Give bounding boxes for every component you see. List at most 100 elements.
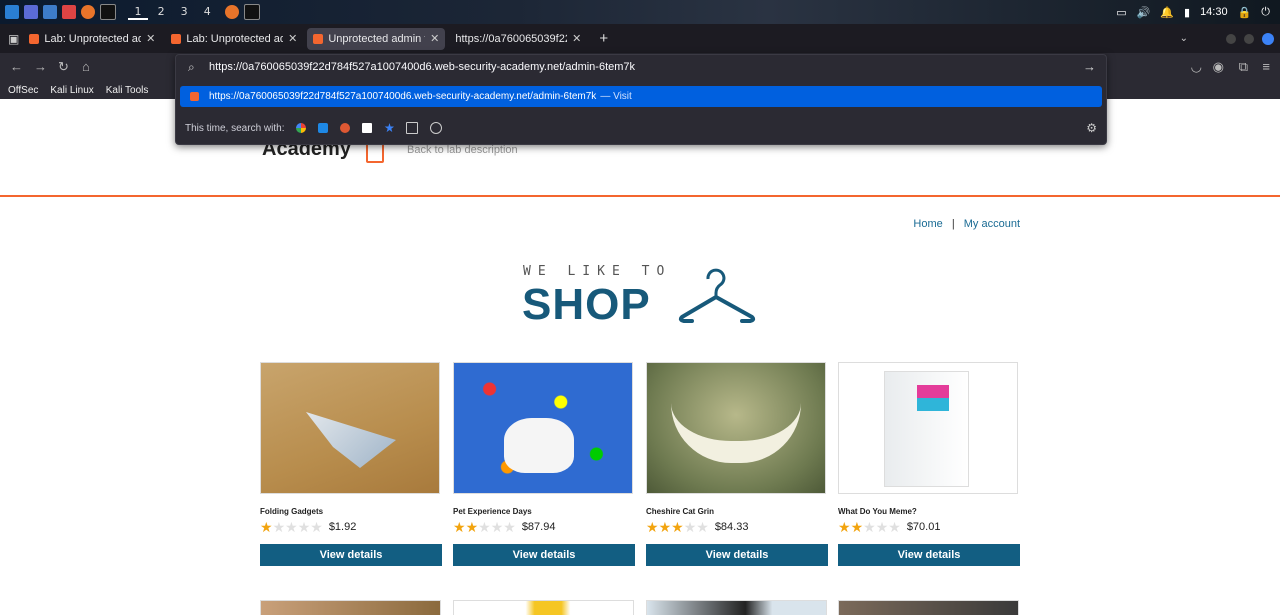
go-arrow-icon[interactable]: → xyxy=(1083,59,1096,74)
product-card: What Do You Meme? ★ ★ ★ ★ ★ $70.01 View … xyxy=(838,362,1020,566)
hero-title: SHOP xyxy=(522,280,651,329)
product-name: Pet Experience Days xyxy=(453,507,532,516)
star-icon: ★ xyxy=(285,519,298,535)
gear-icon[interactable]: ⚙ xyxy=(1086,121,1097,135)
workspace-switcher: 1 2 3 4 xyxy=(128,5,217,20)
star-icon: ★ xyxy=(297,519,311,535)
notification-bell-icon[interactable]: 🔔 xyxy=(1160,6,1174,19)
firefox-icon[interactable] xyxy=(81,5,95,19)
top-nav: Home | My account xyxy=(913,218,1020,230)
files-icon[interactable] xyxy=(43,5,57,19)
lock-icon[interactable]: 🔒 xyxy=(1238,6,1252,19)
product-image-partial[interactable] xyxy=(838,600,1019,615)
bing-icon[interactable] xyxy=(318,123,329,133)
view-details-button[interactable]: View details xyxy=(260,544,442,566)
wikipedia-icon[interactable] xyxy=(362,123,373,133)
close-tab-icon[interactable]: ✕ xyxy=(572,32,581,45)
terminal-window-icon[interactable] xyxy=(244,4,261,20)
header-divider xyxy=(0,195,1280,197)
reload-icon[interactable]: ↻ xyxy=(58,59,69,75)
product-price: $1.92 xyxy=(328,521,357,533)
list-all-tabs-icon[interactable]: ⌄ xyxy=(1180,33,1188,44)
rating-row: ★ ★ ★ ★ ★ $1.92 xyxy=(260,520,441,534)
star-icon: ★ xyxy=(888,519,901,535)
workspace-2[interactable]: 2 xyxy=(151,5,171,18)
url-input[interactable]: https://0a760065039f22d784f527a1007400d6… xyxy=(209,61,635,73)
clock[interactable]: 14:30 xyxy=(1200,6,1228,18)
bookmark-kali-linux[interactable]: Kali Linux xyxy=(50,85,93,96)
star-icon: ★ xyxy=(503,519,516,535)
tab-title: https://0a760065039f22d78 xyxy=(455,32,567,45)
account-icon[interactable]: ◉ xyxy=(1213,59,1224,75)
origami-shape xyxy=(306,412,396,468)
tabs-icon[interactable] xyxy=(406,122,419,134)
close-tab-icon[interactable]: ✕ xyxy=(430,32,439,45)
product-image-partial[interactable] xyxy=(453,600,634,615)
url-bar[interactable]: ⌕ https://0a760065039f22d784f527a1007400… xyxy=(176,55,1106,81)
workspace-3[interactable]: 3 xyxy=(174,5,194,18)
workspace-4[interactable]: 4 xyxy=(197,5,217,18)
firefox-window-icon[interactable] xyxy=(225,5,240,19)
tab-overview-icon[interactable]: ▣ xyxy=(8,32,19,46)
url-suggestion[interactable]: https://0a760065039f22d784f527a1007400d6… xyxy=(180,86,1102,107)
google-icon[interactable] xyxy=(296,123,307,133)
my-account-link[interactable]: My account xyxy=(964,218,1020,230)
extensions-icon[interactable]: ⧉ xyxy=(1239,59,1248,75)
tab-lab-1[interactable]: Lab: Unprotected admin f ✕ xyxy=(23,28,161,50)
hero-tagline: WE LIKE TO xyxy=(523,264,672,279)
bookmark-offsec[interactable]: OffSec xyxy=(8,85,38,96)
forward-icon[interactable]: → xyxy=(34,59,47,74)
desktop-icon[interactable] xyxy=(24,5,38,19)
volume-icon[interactable]: 🔊 xyxy=(1137,6,1151,19)
product-image-partial[interactable] xyxy=(260,600,441,615)
close-window-icon[interactable] xyxy=(1262,32,1274,45)
window-icon[interactable]: ▭ xyxy=(1116,6,1126,19)
view-details-button[interactable]: View details xyxy=(453,544,635,566)
back-icon[interactable]: ← xyxy=(10,59,23,74)
bookmarks-star-icon[interactable] xyxy=(384,123,395,133)
menu-icon[interactable]: ≡ xyxy=(1262,59,1270,74)
star-icon: ★ xyxy=(453,519,466,535)
nav-separator: | xyxy=(951,218,955,230)
view-details-button[interactable]: View details xyxy=(838,544,1020,566)
duckduckgo-icon[interactable] xyxy=(340,123,351,133)
product-image[interactable] xyxy=(838,362,1018,494)
product-price: $87.94 xyxy=(521,521,556,533)
product-name: What Do You Meme? xyxy=(838,507,917,516)
search-icon: ⌕ xyxy=(188,60,195,74)
product-name: Folding Gadgets xyxy=(260,507,324,516)
terminal-icon[interactable] xyxy=(100,4,116,20)
product-image-partial[interactable] xyxy=(646,600,827,615)
product-image[interactable] xyxy=(260,362,440,494)
editor-icon[interactable] xyxy=(62,5,76,19)
power-icon[interactable]: ⏻ xyxy=(1261,6,1270,19)
portswigger-favicon-icon xyxy=(29,33,40,44)
maximize-icon[interactable] xyxy=(1244,33,1254,44)
star-icon: ★ xyxy=(658,519,672,535)
rating-row: ★ ★ ★ ★ ★ $84.33 xyxy=(646,520,827,534)
minimize-icon[interactable] xyxy=(1226,33,1236,44)
star-icon: ★ xyxy=(490,519,504,535)
history-icon[interactable] xyxy=(430,122,443,134)
home-link[interactable]: Home xyxy=(913,218,942,230)
bookmark-kali-tools[interactable]: Kali Tools xyxy=(106,85,149,96)
back-to-lab-link[interactable]: Back to lab description xyxy=(407,144,518,156)
star-icon: ★ xyxy=(696,519,709,535)
tab-unprotected-admin[interactable]: Unprotected admin functi ✕ xyxy=(307,27,446,50)
product-image[interactable] xyxy=(453,362,633,494)
close-tab-icon[interactable]: ✕ xyxy=(288,32,297,45)
product-image[interactable] xyxy=(646,362,826,494)
tab-url[interactable]: https://0a760065039f22d78 ✕ xyxy=(449,28,587,50)
kali-menu-icon[interactable] xyxy=(5,5,19,19)
tab-title: Lab: Unprotected admin f xyxy=(186,32,284,45)
pocket-icon[interactable]: ◡ xyxy=(1191,59,1202,75)
battery-icon[interactable]: ▮ xyxy=(1184,6,1190,19)
portswigger-favicon-icon xyxy=(171,33,182,44)
tab-lab-2[interactable]: Lab: Unprotected admin f ✕ xyxy=(165,28,303,50)
search-with-label: This time, search with: xyxy=(185,122,285,134)
workspace-1[interactable]: 1 xyxy=(128,5,148,20)
view-details-button[interactable]: View details xyxy=(646,544,828,566)
new-tab-icon[interactable]: + xyxy=(599,30,608,47)
home-icon[interactable]: ⌂ xyxy=(82,59,90,74)
close-tab-icon[interactable]: ✕ xyxy=(146,32,155,45)
